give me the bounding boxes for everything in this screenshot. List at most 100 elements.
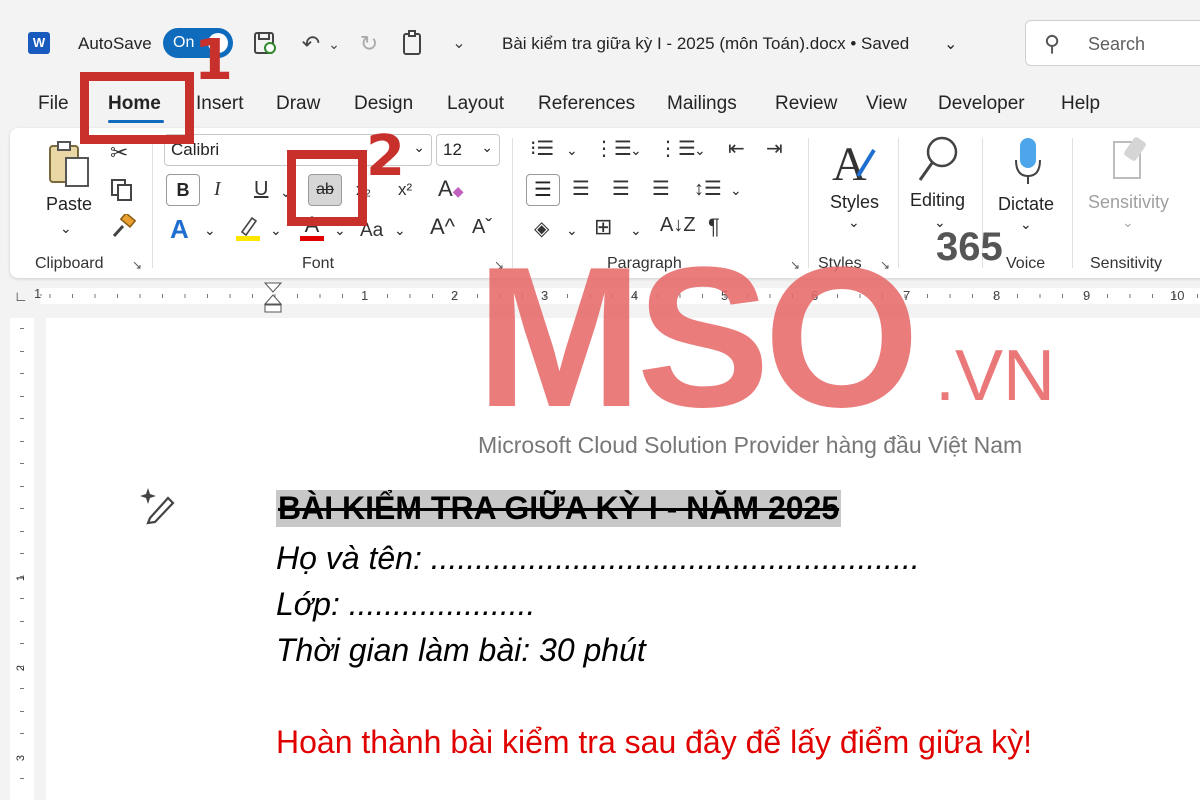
numbering-icon[interactable]: ⋮☰ (594, 136, 632, 161)
chevron-down-icon[interactable]: ⌄ (730, 182, 742, 199)
sensitivity-label[interactable]: Sensitivity (1088, 192, 1169, 213)
chevron-down-icon[interactable]: ⌄ (1122, 214, 1134, 231)
tab-layout[interactable]: Layout (447, 93, 504, 115)
search-box[interactable]: ⚲ Search (1025, 20, 1200, 66)
tab-mailings[interactable]: Mailings (667, 93, 737, 115)
paste-label: Paste (46, 194, 93, 214)
chevron-down-icon[interactable]: ⌄ (630, 142, 642, 159)
chevron-down-icon[interactable]: ⌄ (60, 220, 72, 237)
document-line-time[interactable]: Thời gian làm bài: 30 phút (276, 632, 646, 669)
format-painter-icon[interactable] (110, 212, 137, 246)
dictate-label[interactable]: Dictate (998, 194, 1054, 215)
word-icon: W (28, 32, 50, 54)
svg-text:A: A (832, 138, 867, 188)
tab-design[interactable]: Design (354, 93, 413, 115)
chevron-down-icon[interactable]: ⌄ (394, 222, 406, 239)
microphone-icon[interactable] (1012, 136, 1044, 193)
dialog-launcher-icon[interactable]: ↘ (132, 258, 142, 272)
vertical-ruler-tick (20, 598, 24, 599)
tab-references[interactable]: References (538, 93, 635, 115)
justify-icon[interactable]: ☰ (652, 176, 670, 201)
watermark-logo: MSO (476, 226, 920, 449)
sensitivity-icon[interactable] (1110, 136, 1154, 189)
increase-indent-icon[interactable]: ⇥ (766, 136, 783, 161)
align-center-icon[interactable]: ☰ (572, 176, 590, 201)
chevron-down-icon[interactable]: ⌄ (694, 142, 706, 159)
tab-developer[interactable]: Developer (938, 93, 1025, 115)
ruler-number: 9 (1083, 288, 1091, 303)
tab-file[interactable]: File (38, 93, 69, 115)
watermark-tagline: Microsoft Cloud Solution Provider hàng đ… (478, 432, 1023, 458)
tab-help[interactable]: Help (1061, 93, 1100, 115)
text-effects-button[interactable]: A (170, 214, 189, 245)
editing-label[interactable]: Editing (910, 190, 965, 211)
sensitivity-group-label: Sensitivity (1090, 255, 1163, 272)
chevron-down-icon[interactable]: ⌄ (326, 30, 342, 58)
document-heading[interactable]: BÀI KIỂM TRA GIỮA KỲ I - NĂM 2025 (276, 490, 842, 527)
redo-icon[interactable]: ↻ (354, 30, 384, 58)
vertical-ruler-tick (20, 463, 24, 464)
ruler-number: 2 (451, 288, 459, 303)
align-left-button[interactable]: ☰ (526, 174, 560, 206)
annotation-number-1: 1 (194, 28, 233, 93)
annotation-number-2: 2 (366, 124, 405, 189)
chevron-down-icon[interactable]: ⌄ (204, 222, 216, 239)
voice-group-label: Voice (1006, 255, 1046, 272)
tab-review[interactable]: Review (775, 93, 837, 115)
vertical-ruler-tick (20, 665, 24, 667)
magnifier-icon[interactable] (916, 134, 964, 191)
save-icon[interactable] (250, 30, 280, 58)
tab-insert[interactable]: Insert (196, 93, 244, 115)
line-spacing-icon[interactable]: ↕☰ (694, 176, 722, 201)
tab-stop-selector[interactable]: ∟ (14, 288, 28, 304)
ruler-number: 1 (361, 288, 369, 303)
search-input[interactable]: Search (1088, 34, 1145, 55)
copy-icon[interactable] (110, 178, 134, 208)
clear-formatting-icon[interactable]: A◆ (438, 176, 463, 202)
tab-draw[interactable]: Draw (276, 93, 320, 115)
chevron-down-icon[interactable]: ⌄ (944, 34, 957, 54)
font-size-select[interactable]: 12 ⌄ (436, 134, 500, 166)
underline-button[interactable]: U (254, 178, 268, 201)
multilevel-list-icon[interactable]: ⋮☰ (658, 136, 696, 161)
vertical-ruler-tick (20, 418, 24, 419)
paste-button[interactable] (46, 140, 94, 195)
chevron-down-icon[interactable]: ⌄ (270, 222, 282, 239)
bold-button[interactable]: B (166, 174, 200, 206)
vertical-ruler-tick (20, 688, 24, 689)
vertical-ruler[interactable]: 1 2 3 (10, 318, 34, 800)
grow-font-button[interactable]: A^ (430, 214, 455, 240)
search-icon: ⚲ (1044, 31, 1061, 56)
vertical-ruler-tick (20, 350, 24, 352)
decrease-indent-icon[interactable]: ⇤ (728, 136, 745, 161)
document-line-instruction[interactable]: Hoàn thành bài kiểm tra sau đây để lấy đ… (276, 724, 1032, 761)
group-separator (1072, 138, 1073, 268)
highlight-icon[interactable] (234, 214, 262, 247)
chevron-down-icon[interactable]: ⌄ (1020, 216, 1032, 233)
vertical-ruler-tick (20, 485, 24, 487)
vertical-ruler-tick (20, 395, 24, 397)
copilot-draft-icon[interactable] (140, 484, 182, 531)
clipboard-icon[interactable] (398, 30, 428, 58)
document-line-name[interactable]: Họ và tên: .............................… (276, 540, 920, 577)
ruler-number: 8 (993, 288, 1001, 303)
customize-icon[interactable]: ⌄ (444, 30, 474, 58)
vertical-ruler-tick (20, 755, 24, 757)
tab-view[interactable]: View (866, 93, 907, 115)
vertical-ruler-tick (20, 778, 24, 779)
italic-button[interactable]: I (214, 178, 221, 201)
undo-icon[interactable]: ↶ (296, 30, 326, 58)
vertical-ruler-tick (20, 328, 24, 329)
document-line-class[interactable]: Lớp: ..................... (276, 586, 535, 623)
chevron-down-icon[interactable]: ⌄ (566, 142, 578, 159)
bullets-icon[interactable]: ⁝☰ (530, 136, 554, 161)
vertical-ruler-tick (20, 553, 24, 554)
styles-icon[interactable]: A (830, 136, 878, 193)
indent-marker-icon[interactable] (262, 282, 284, 314)
group-separator (152, 138, 153, 268)
font-size-value: 12 (443, 140, 462, 159)
ruler-number: 10 (1170, 288, 1185, 303)
align-right-icon[interactable]: ☰ (612, 176, 630, 201)
document-title[interactable]: Bài kiểm tra giữa kỳ I - 2025 (môn Toán)… (502, 34, 909, 54)
vertical-ruler-tick (20, 733, 24, 734)
